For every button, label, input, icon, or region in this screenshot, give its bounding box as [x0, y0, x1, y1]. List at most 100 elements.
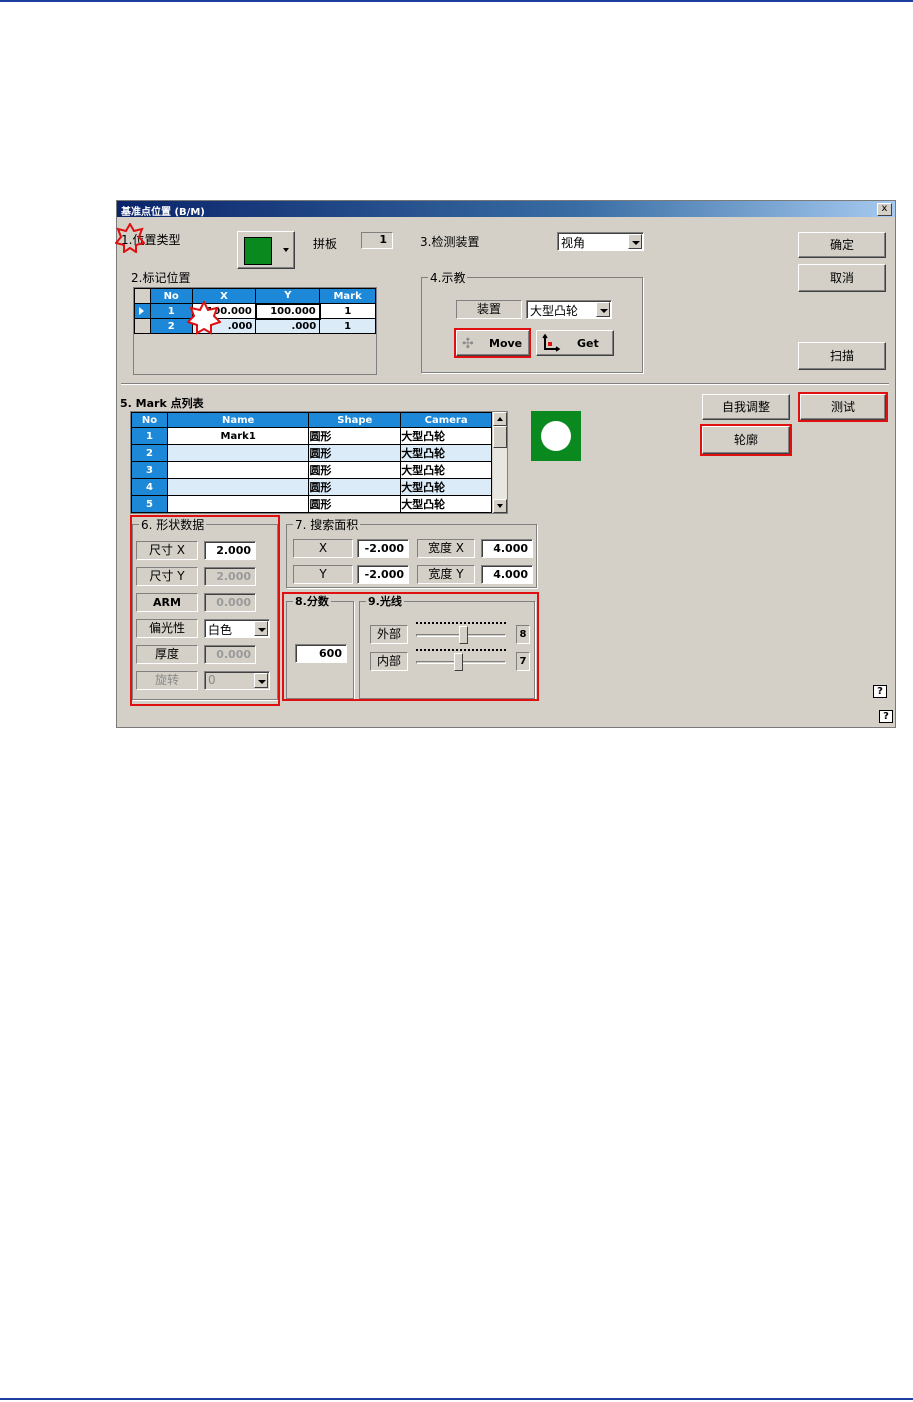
table-row[interactable]: 1 Mark1 圆形 大型凸轮	[131, 427, 492, 445]
cell-shape[interactable]: 圆形	[308, 444, 402, 462]
table-row[interactable]: 2 圆形 大型凸轮	[131, 444, 492, 462]
score-input[interactable]: 600	[295, 644, 347, 663]
teach-device-select[interactable]: 大型凸轮	[526, 300, 612, 319]
cell-camera[interactable]: 大型凸轮	[400, 478, 492, 496]
cell-mark[interactable]: 1	[319, 303, 376, 319]
table-row[interactable]: 3 圆形 大型凸轮	[131, 461, 492, 479]
self-adjust-button[interactable]: 自我调整	[702, 394, 790, 420]
width-x-input[interactable]: 4.000	[481, 539, 533, 558]
slider-ticks	[416, 622, 506, 625]
cell-name[interactable]	[166, 461, 310, 479]
cell-no: 1	[131, 427, 168, 445]
chevron-down-icon	[254, 621, 268, 636]
teach-device-value: 大型凸轮	[530, 304, 579, 318]
slider-ticks	[416, 649, 506, 652]
col-header: No	[131, 412, 168, 428]
get-button[interactable]: Get	[536, 330, 614, 356]
cell-camera[interactable]: 大型凸轮	[400, 461, 492, 479]
teach-device-label: 装置	[456, 300, 522, 319]
thickness-label: 厚度	[136, 645, 198, 664]
ok-button[interactable]: 确定	[798, 232, 886, 258]
scan-button[interactable]: 扫描	[798, 342, 886, 370]
cell-shape[interactable]: 圆形	[308, 478, 402, 496]
slider-thumb[interactable]	[454, 653, 464, 671]
get-label: Get	[577, 337, 599, 350]
size-x-input[interactable]: 2.000	[204, 541, 256, 560]
rotation-select[interactable]: 0	[204, 671, 270, 690]
cell-y[interactable]: 100.000	[254, 302, 321, 320]
scroll-thumb[interactable]	[493, 426, 507, 448]
cell-name[interactable]	[166, 495, 310, 513]
help-icon[interactable]: ?	[873, 685, 887, 698]
inner-light-label: 内部	[370, 652, 408, 671]
mark-shape-preview	[531, 411, 581, 461]
step-marker-icon	[115, 223, 145, 253]
table-row[interactable]: 5 圆形 大型凸轮	[131, 495, 492, 513]
mark-list-scrollbar[interactable]	[493, 412, 507, 513]
separator	[121, 383, 889, 385]
cell-no: 3	[131, 461, 168, 479]
cancel-button[interactable]: 取消	[798, 264, 886, 292]
size-y-input[interactable]: 2.000	[204, 567, 256, 586]
width-x-label: 宽度 X	[417, 539, 475, 558]
cell-camera[interactable]: 大型凸轮	[400, 444, 492, 462]
cell-no: 2	[131, 444, 168, 462]
cell-camera[interactable]: 大型凸轮	[400, 495, 492, 513]
slider-thumb[interactable]	[458, 626, 468, 644]
cell-name[interactable]: Mark1	[166, 427, 310, 445]
arm-input[interactable]: 0.000	[204, 593, 256, 612]
search-area-group: 7. 搜索面积 X -2.000 宽度 X 4.000 Y -2.000 宽度 …	[286, 516, 537, 588]
score-group: 8.分数 600	[286, 593, 354, 699]
current-row-indicator	[134, 303, 151, 319]
move-button[interactable]: ✣ Move	[456, 330, 530, 356]
shape-data-group: 6. 形状数据 尺寸 X 2.000 尺寸 Y 2.000 ARM 0.000 …	[132, 516, 278, 700]
cell-name[interactable]	[166, 444, 310, 462]
outer-light-slider[interactable]	[414, 620, 508, 646]
test-button[interactable]: 测试	[800, 394, 886, 420]
col-header: No	[149, 288, 193, 304]
cell-camera[interactable]: 大型凸轮	[400, 427, 492, 445]
mark-position-label: 2.标记位置	[131, 271, 191, 285]
cell-shape[interactable]: 圆形	[308, 461, 402, 479]
inspection-device-label: 3.检测装置	[420, 235, 480, 249]
table-row[interactable]: 4 圆形 大型凸轮	[131, 478, 492, 496]
help-icon[interactable]: ?	[879, 710, 893, 723]
search-y-input[interactable]: -2.000	[357, 565, 409, 584]
close-button[interactable]: x	[877, 203, 892, 216]
col-header: Name	[166, 412, 310, 428]
cell-mark[interactable]: 1	[319, 318, 376, 334]
scroll-down-button[interactable]	[493, 499, 507, 513]
contour-button[interactable]: 轮廓	[702, 426, 790, 454]
mark-list-label: 5. Mark 点列表	[120, 397, 204, 410]
arm-label: ARM	[136, 593, 198, 612]
page-bottom-rule	[0, 1398, 913, 1400]
score-label: 8.分数	[293, 593, 331, 609]
cell-name[interactable]	[166, 478, 310, 496]
board-label: 拼板	[313, 237, 338, 251]
col-header: Camera	[400, 412, 492, 428]
rotation-label: 旋转	[136, 671, 198, 690]
cell-shape[interactable]: 圆形	[308, 427, 402, 445]
position-type-dropdown[interactable]	[237, 231, 295, 269]
outer-light-label: 外部	[370, 625, 408, 644]
scroll-up-button[interactable]	[493, 412, 507, 426]
cell-y[interactable]: .000	[255, 318, 321, 334]
chevron-down-icon	[497, 504, 503, 508]
cell-no: 5	[131, 495, 168, 513]
cell-shape[interactable]: 圆形	[308, 495, 402, 513]
polarity-select[interactable]: 白色	[204, 619, 270, 638]
table-row[interactable]: 2 .000 .000 1	[134, 318, 376, 334]
search-x-label: X	[293, 539, 353, 558]
search-area-label: 7. 搜索面积	[293, 516, 361, 533]
col-header: Mark	[319, 288, 376, 304]
width-y-input[interactable]: 4.000	[481, 565, 533, 584]
search-x-input[interactable]: -2.000	[357, 539, 409, 558]
shape-data-label: 6. 形状数据	[139, 516, 207, 533]
polarity-label: 偏光性	[136, 619, 198, 638]
chevron-up-icon	[497, 417, 503, 421]
inspection-device-select[interactable]: 视角	[557, 232, 644, 251]
table-row[interactable]: 1 100.000 100.000 1	[134, 302, 376, 320]
thickness-input[interactable]: 0.000	[204, 645, 256, 664]
width-y-label: 宽度 Y	[417, 565, 475, 584]
inner-light-slider[interactable]	[414, 647, 508, 673]
